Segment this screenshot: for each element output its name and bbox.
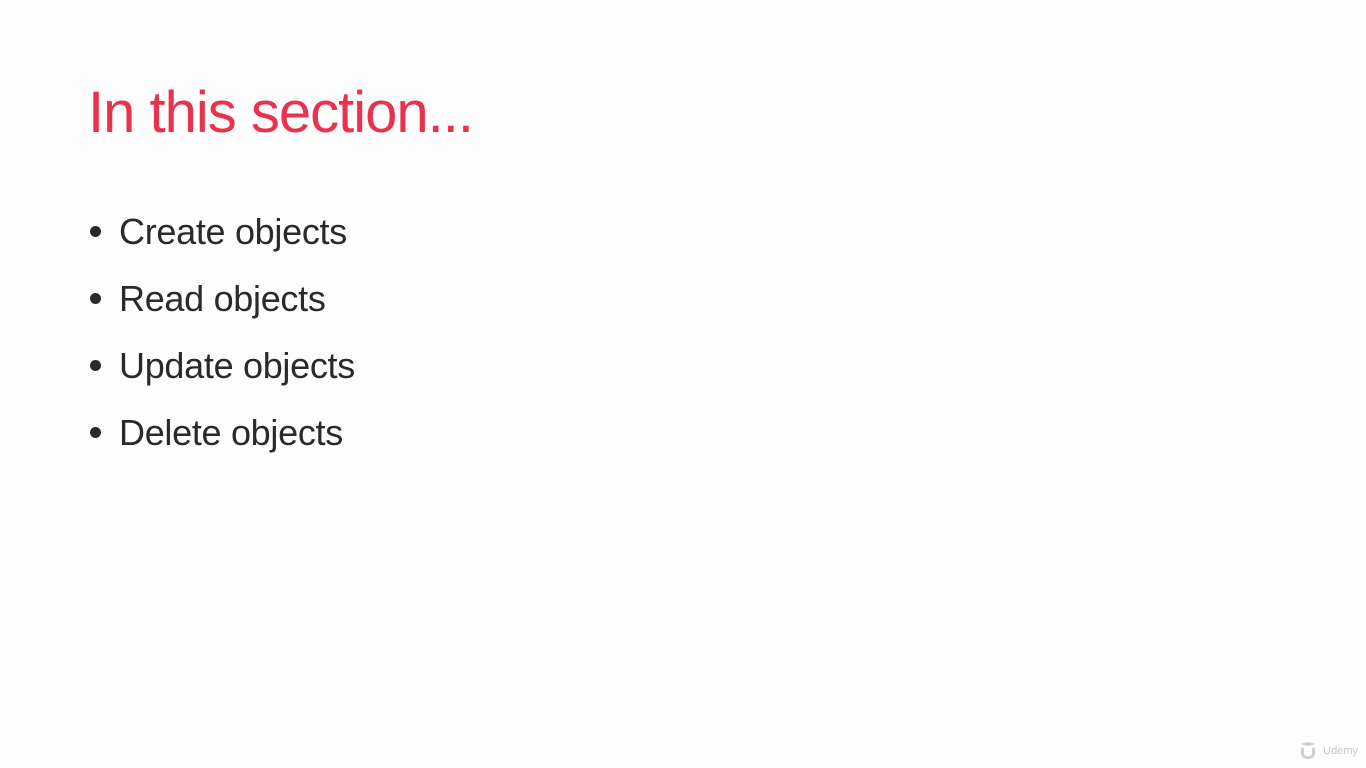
list-item: Delete objects: [88, 399, 355, 466]
udemy-watermark: Udemy: [1297, 742, 1358, 760]
list-item: Create objects: [88, 198, 355, 265]
slide: In this section... Create objects Read o…: [0, 0, 1366, 768]
bullet-icon: [90, 226, 101, 237]
bullet-text: Read objects: [119, 277, 326, 319]
bullet-text: Create objects: [119, 210, 347, 252]
bullet-text: Delete objects: [119, 411, 343, 453]
bullet-icon: [90, 293, 101, 304]
slide-title: In this section...: [88, 80, 474, 145]
bullet-text: Update objects: [119, 344, 355, 386]
bullet-icon: [90, 360, 101, 371]
bullet-list: Create objects Read objects Update objec…: [88, 198, 355, 466]
list-item: Read objects: [88, 265, 355, 332]
udemy-logo-icon: [1300, 742, 1317, 759]
watermark-text: Udemy: [1323, 745, 1358, 757]
list-item: Update objects: [88, 332, 355, 399]
bullet-icon: [90, 427, 101, 438]
